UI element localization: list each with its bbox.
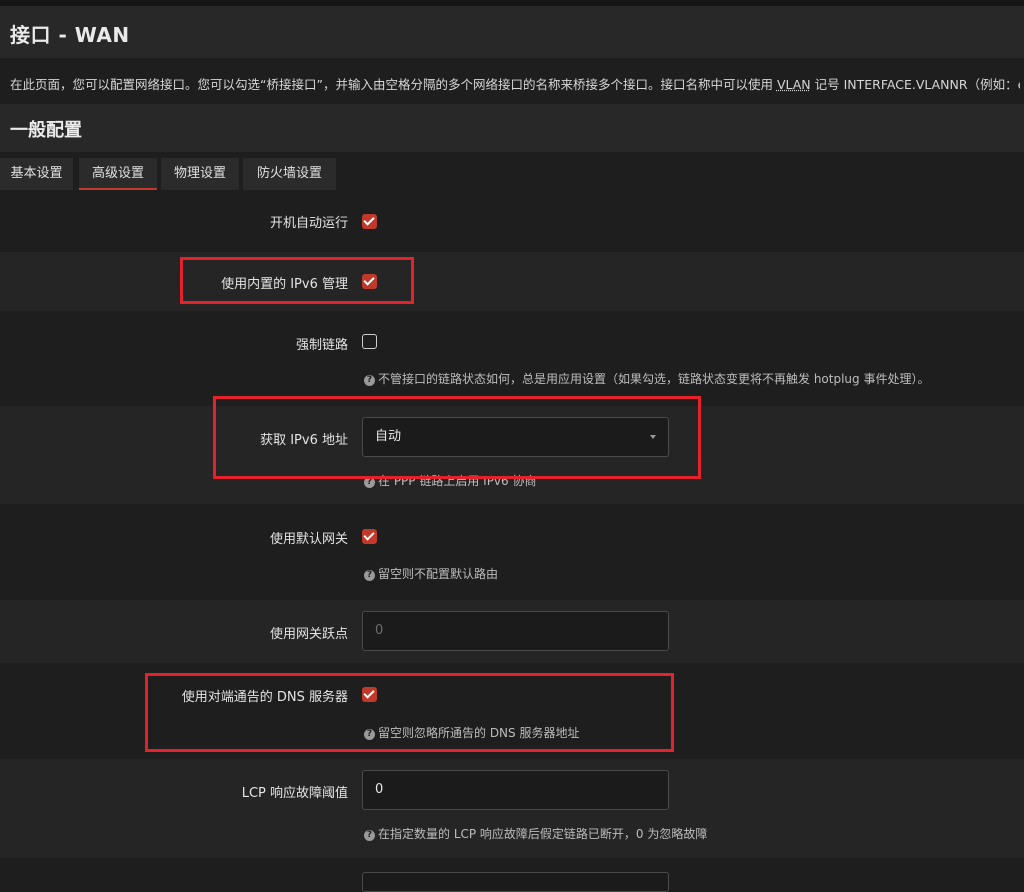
peer-dns-help-text: 留空则忽略所通告的 DNS 服务器地址 xyxy=(378,726,580,740)
section-header: 一般配置 xyxy=(0,104,1024,152)
force-link-checkbox[interactable] xyxy=(362,334,377,349)
default-gateway-checkbox[interactable] xyxy=(362,529,377,544)
question-circle-icon: ? xyxy=(364,830,375,841)
description-text-tail: 记号 INTERFACE.VLANNR（例如：et xyxy=(810,77,1020,92)
tab-advanced[interactable]: 高级设置 xyxy=(79,158,157,190)
question-circle-icon: ? xyxy=(364,729,375,740)
peer-dns-checkbox[interactable] xyxy=(362,687,377,702)
row-next-partial xyxy=(0,858,1024,892)
force-link-help: ? 不管接口的链路状态如何，总是用应用设置（如果勾选，链路状态变更将不再触发 ho… xyxy=(364,370,929,387)
lcp-threshold-input[interactable]: 0 xyxy=(362,770,669,810)
force-link-help-text: 不管接口的链路状态如何，总是用应用设置（如果勾选，链路状态变更将不再触发 hot… xyxy=(378,372,930,386)
obtain-ipv6-help: ? 在 PPP 链路上启用 IPv6 协商 xyxy=(364,472,536,489)
vlan-abbr: VLAN xyxy=(776,77,811,92)
gateway-metric-label: 使用网关跃点 xyxy=(269,627,348,642)
description-text: 在此页面，您可以配置网络接口。您可以勾选“桥接接口”，并输入由空格分隔的多个网络… xyxy=(10,77,777,92)
default-gateway-help-text: 留空则不配置默认路由 xyxy=(378,567,499,581)
page-header: 接口 - WAN xyxy=(0,6,1024,58)
section-title: 一般配置 xyxy=(10,120,82,141)
auto-start-checkbox[interactable] xyxy=(362,214,377,229)
row-builtin-ipv6: 使用内置的 IPv6 管理 xyxy=(0,252,1024,311)
obtain-ipv6-value: 自动 xyxy=(375,429,402,444)
obtain-ipv6-help-text: 在 PPP 链路上启用 IPv6 协商 xyxy=(378,474,537,488)
default-gateway-help: ? 留空则不配置默认路由 xyxy=(364,565,498,582)
lcp-threshold-help-text: 在指定数量的 LCP 响应故障后假定链路已断开，0 为忽略故障 xyxy=(378,827,708,841)
row-force-link: 强制链路 ? 不管接口的链路状态如何，总是用应用设置（如果勾选，链路状态变更将不再… xyxy=(0,311,1024,406)
tab-firewall[interactable]: 防火墙设置 xyxy=(243,158,336,190)
auto-start-label: 开机自动运行 xyxy=(269,216,348,231)
obtain-ipv6-select[interactable]: 自动 xyxy=(362,417,669,457)
question-circle-icon: ? xyxy=(364,375,375,386)
lcp-threshold-label: LCP 响应故障阈值 xyxy=(241,786,348,801)
gateway-metric-input[interactable]: 0 xyxy=(362,611,669,651)
row-gateway-metric: 使用网关跃点 0 xyxy=(0,600,1024,663)
tab-physical[interactable]: 物理设置 xyxy=(161,158,239,190)
force-link-label: 强制链路 xyxy=(295,338,348,353)
row-obtain-ipv6: 获取 IPv6 地址 自动 ? 在 PPP 链路上启用 IPv6 协商 xyxy=(0,406,1024,504)
next-field-partial[interactable] xyxy=(362,872,669,892)
row-lcp-threshold: LCP 响应故障阈值 0 ? 在指定数量的 LCP 响应故障后假定链路已断开，0 … xyxy=(0,759,1024,858)
question-circle-icon: ? xyxy=(364,570,375,581)
tab-basic[interactable]: 基本设置 xyxy=(0,158,73,190)
builtin-ipv6-label: 使用内置的 IPv6 管理 xyxy=(221,277,348,292)
default-gateway-label: 使用默认网关 xyxy=(269,532,348,547)
row-default-gateway: 使用默认网关 ? 留空则不配置默认路由 xyxy=(0,504,1024,600)
peer-dns-label: 使用对端通告的 DNS 服务器 xyxy=(181,690,348,705)
obtain-ipv6-label: 获取 IPv6 地址 xyxy=(260,433,348,448)
builtin-ipv6-checkbox[interactable] xyxy=(362,274,377,289)
page-description: 在此页面，您可以配置网络接口。您可以勾选“桥接接口”，并输入由空格分隔的多个网络… xyxy=(10,74,1020,93)
page-title: 接口 - WAN xyxy=(10,23,130,47)
row-peer-dns: 使用对端通告的 DNS 服务器 ? 留空则忽略所通告的 DNS 服务器地址 xyxy=(0,663,1024,759)
lcp-threshold-help: ? 在指定数量的 LCP 响应故障后假定链路已断开，0 为忽略故障 xyxy=(364,825,707,842)
peer-dns-help: ? 留空则忽略所通告的 DNS 服务器地址 xyxy=(364,724,579,741)
chevron-down-icon xyxy=(650,435,656,439)
question-circle-icon: ? xyxy=(364,477,375,488)
row-auto-start: 开机自动运行 xyxy=(0,190,1024,252)
